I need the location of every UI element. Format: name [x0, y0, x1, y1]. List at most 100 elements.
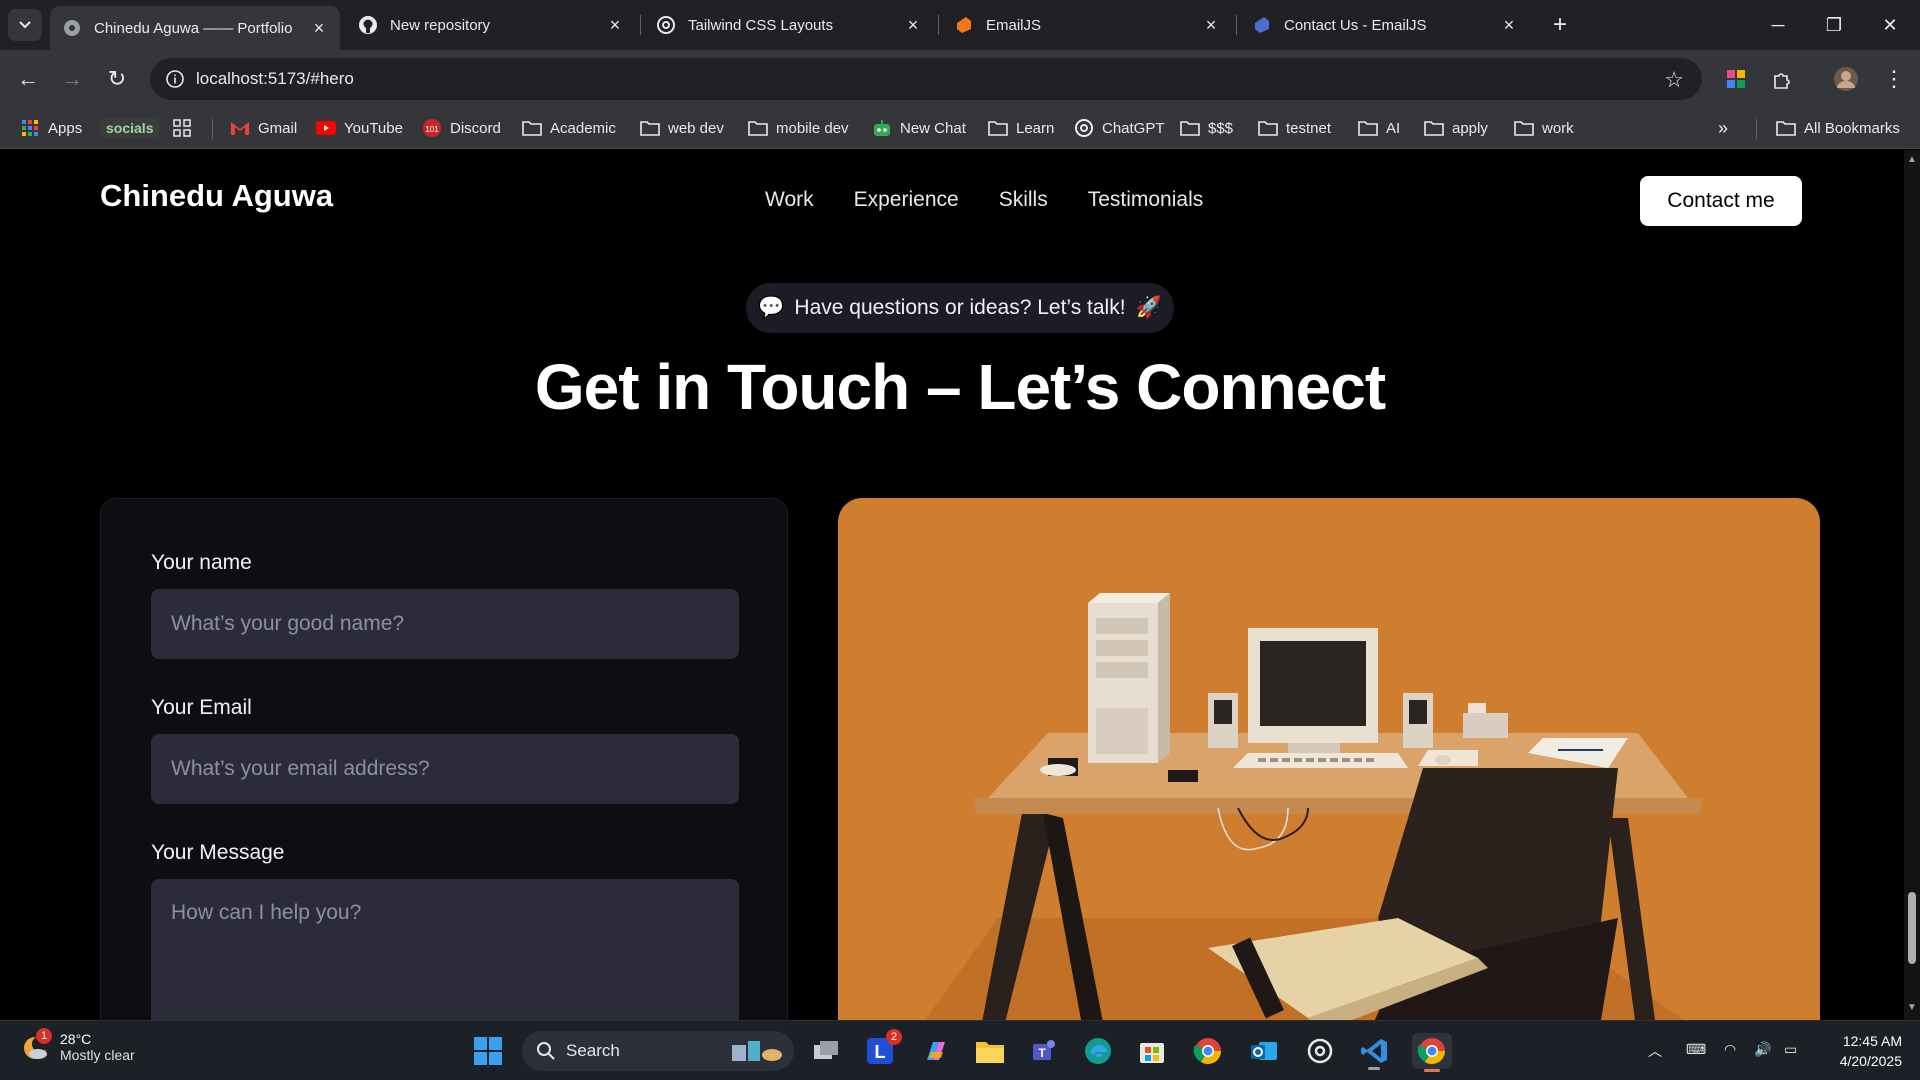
taskbar-store[interactable]: [1134, 1033, 1170, 1069]
nav-link-testimonials[interactable]: Testimonials: [1088, 188, 1204, 212]
tab-divider: [640, 15, 641, 35]
profile-avatar[interactable]: [1830, 63, 1862, 95]
taskbar-chatgpt[interactable]: [1302, 1033, 1338, 1069]
task-view-button[interactable]: [808, 1033, 844, 1069]
tab-contact-emailjs[interactable]: Contact Us - EmailJS ×: [1240, 6, 1530, 44]
scrollbar-thumb[interactable]: [1908, 892, 1916, 964]
reload-button[interactable]: ↻: [101, 63, 133, 95]
restore-button[interactable]: ❐: [1806, 0, 1862, 50]
more-menu-icon[interactable]: ⋮: [1878, 63, 1910, 95]
name-field[interactable]: What’s your good name?: [151, 589, 739, 659]
chevron-down-icon: [19, 21, 31, 29]
bookmark-star-icon[interactable]: ☆: [1664, 67, 1684, 93]
bookmarks-overflow-icon[interactable]: »: [1718, 115, 1728, 141]
tab-portfolio[interactable]: Chinedu Aguwa —— Portfolio ×: [50, 6, 340, 50]
bookmark-discord[interactable]: 101 Discord: [422, 115, 501, 141]
active-indicator: [1424, 1069, 1440, 1072]
chrome-icon: [1193, 1038, 1222, 1065]
scroll-up-icon[interactable]: ▲: [1907, 154, 1917, 165]
taskbar-outlook[interactable]: [1246, 1033, 1282, 1069]
bookmark-apply[interactable]: apply: [1424, 115, 1488, 141]
bookmark-money[interactable]: $$$: [1180, 115, 1233, 141]
copilot-icon: [927, 1042, 945, 1060]
bookmark-apps[interactable]: Apps: [20, 115, 82, 141]
contact-form: Your name What’s your good name? Your Em…: [100, 498, 788, 1020]
nav-link-work[interactable]: Work: [765, 188, 814, 212]
close-icon[interactable]: ×: [904, 15, 922, 35]
taskbar-chrome[interactable]: [1190, 1033, 1226, 1069]
taskbar-chrome-profile[interactable]: [1412, 1033, 1452, 1072]
tab-new-repository[interactable]: New repository ×: [346, 6, 636, 44]
scroll-down-icon[interactable]: ▼: [1907, 1002, 1917, 1013]
site-info-icon[interactable]: [164, 68, 186, 90]
close-window-button[interactable]: ✕: [1862, 0, 1918, 50]
close-icon[interactable]: ×: [310, 18, 328, 38]
folder-icon: [1776, 119, 1796, 137]
nav-link-skills[interactable]: Skills: [999, 188, 1048, 212]
email-placeholder: What’s your email address?: [171, 757, 430, 780]
battery-icon[interactable]: ▭: [1784, 1041, 1797, 1058]
taskbar-app-l[interactable]: L 2: [862, 1029, 902, 1069]
forward-button[interactable]: →: [56, 63, 88, 95]
arrow-left-icon: ←: [17, 66, 39, 91]
back-button[interactable]: ←: [12, 63, 44, 95]
message-field[interactable]: How can I help you?: [151, 879, 739, 1020]
tab-title: EmailJS: [986, 16, 1042, 34]
extensions-puzzle-icon[interactable]: [1766, 63, 1798, 95]
contact-me-button[interactable]: Contact me: [1640, 176, 1802, 226]
task-view-icon: [814, 1041, 838, 1059]
close-icon[interactable]: ×: [1500, 15, 1518, 35]
brand-logo[interactable]: Chinedu Aguwa: [100, 178, 333, 214]
bookmark-gmail[interactable]: Gmail: [230, 115, 297, 141]
new-tab-button[interactable]: +: [1545, 10, 1575, 40]
bookmark-academic[interactable]: Academic: [522, 115, 616, 141]
bookmark-chatgpt[interactable]: ChatGPT: [1074, 115, 1165, 141]
grid-icon: [172, 119, 192, 137]
url-text: localhost:5173/#hero: [196, 69, 354, 88]
all-bookmarks[interactable]: All Bookmarks: [1776, 115, 1900, 141]
emailjs-icon: [1252, 15, 1272, 35]
bookmark-new-chat[interactable]: New Chat: [872, 115, 966, 141]
taskbar-file-explorer[interactable]: [972, 1033, 1008, 1069]
taskbar-teams[interactable]: T: [1026, 1033, 1062, 1069]
tab-emailjs[interactable]: EmailJS ×: [942, 6, 1232, 44]
email-field[interactable]: What’s your email address?: [151, 734, 739, 804]
page-scrollbar[interactable]: ▲ ▼: [1904, 150, 1920, 1020]
bookmark-mobile-dev[interactable]: mobile dev: [748, 115, 849, 141]
bookmark-socials[interactable]: socials: [100, 115, 160, 141]
extension-colorful-icon[interactable]: [1720, 63, 1752, 95]
name-placeholder: What’s your good name?: [171, 612, 405, 635]
bookmark-web-dev[interactable]: web dev: [640, 115, 724, 141]
keyboard-icon[interactable]: ⌨: [1686, 1041, 1706, 1058]
weather-widget[interactable]: 1 28°C Mostly clear: [20, 1028, 135, 1063]
bookmark-work[interactable]: work: [1514, 115, 1574, 141]
bookmark-label: ChatGPT: [1102, 119, 1165, 137]
start-button[interactable]: [470, 1033, 506, 1069]
bookmark-label: Learn: [1016, 119, 1055, 137]
emailjs-icon: [954, 15, 974, 35]
tab-tailwind-layouts[interactable]: Tailwind CSS Layouts ×: [644, 6, 934, 44]
bookmark-testnet[interactable]: testnet: [1258, 115, 1331, 141]
wifi-icon[interactable]: ◠: [1724, 1041, 1736, 1058]
bookmark-grid[interactable]: [172, 115, 200, 141]
tray-overflow-icon[interactable]: ︿: [1648, 1041, 1662, 1061]
tab-bar: Chinedu Aguwa —— Portfolio × New reposit…: [0, 0, 1920, 50]
taskbar-search[interactable]: Search: [522, 1031, 794, 1071]
close-icon[interactable]: ×: [1202, 15, 1220, 35]
close-icon[interactable]: ×: [606, 15, 624, 35]
minimize-button[interactable]: ─: [1750, 0, 1806, 50]
bookmark-youtube[interactable]: YouTube: [316, 115, 403, 141]
nav-link-experience[interactable]: Experience: [854, 188, 959, 212]
taskbar-edge[interactable]: [1080, 1033, 1116, 1069]
tab-search-button[interactable]: [8, 9, 42, 41]
bookmark-ai[interactable]: AI: [1358, 115, 1400, 141]
bookmark-label: mobile dev: [776, 119, 849, 137]
taskbar-copilot[interactable]: [918, 1033, 954, 1069]
volume-icon[interactable]: 🔊: [1754, 1041, 1771, 1058]
globe-icon: [62, 18, 82, 38]
bookmark-learn[interactable]: Learn: [988, 115, 1054, 141]
system-clock[interactable]: 12:45 AM 4/20/2025: [1820, 1031, 1902, 1071]
youtube-icon: [316, 119, 336, 137]
taskbar-vscode[interactable]: [1356, 1033, 1392, 1070]
address-bar[interactable]: localhost:5173/#hero ☆: [150, 58, 1702, 100]
